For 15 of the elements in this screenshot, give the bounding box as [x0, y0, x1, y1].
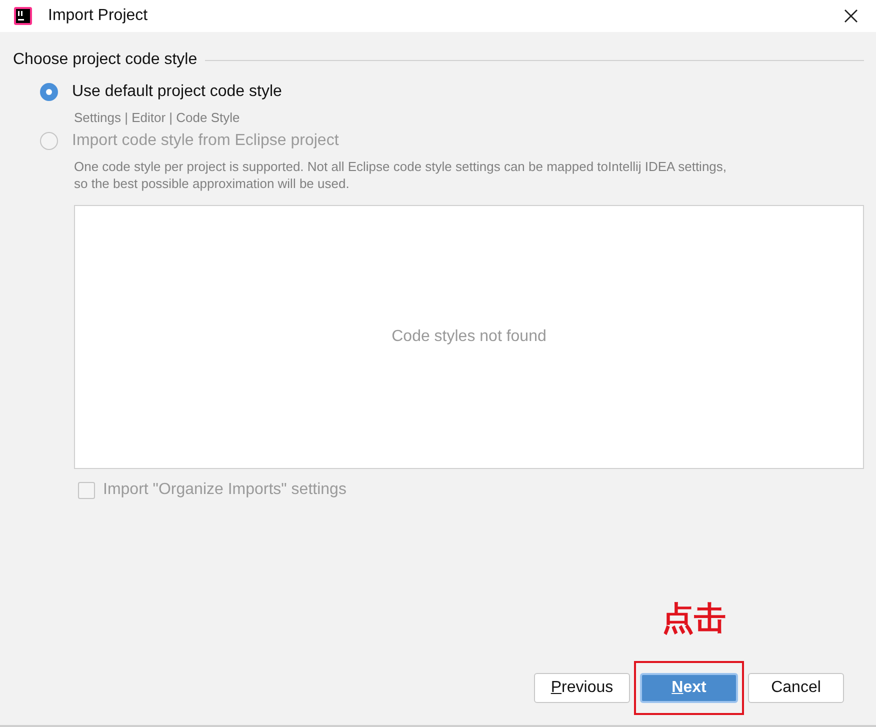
next-button[interactable]: Next	[640, 673, 738, 703]
option-label: Use default project code style	[72, 83, 282, 101]
empty-text: Code styles not found	[392, 328, 546, 346]
close-icon[interactable]	[844, 9, 858, 23]
option-label: Import code style from Eclipse project	[72, 132, 339, 150]
dialog-button[interactable]: Previous	[534, 673, 630, 703]
option-hint: Settings | Editor | Code Style	[73, 109, 241, 126]
window-title: Import Project	[48, 7, 149, 25]
checkbox-label: Import "Organize Imports" settings	[103, 481, 346, 499]
app-logo-icon	[14, 7, 32, 25]
annotation-text: 点击	[662, 598, 726, 639]
section-title: Choose project code style	[13, 51, 198, 69]
radio-button[interactable]	[40, 83, 58, 101]
option-hint: One code style per project is supported. Not all Eclipse code style settings can be mapped toIntellij IDEA settings, so the best possible approximation will be used.	[73, 158, 728, 192]
dialog-button[interactable]: Cancel	[748, 673, 844, 703]
